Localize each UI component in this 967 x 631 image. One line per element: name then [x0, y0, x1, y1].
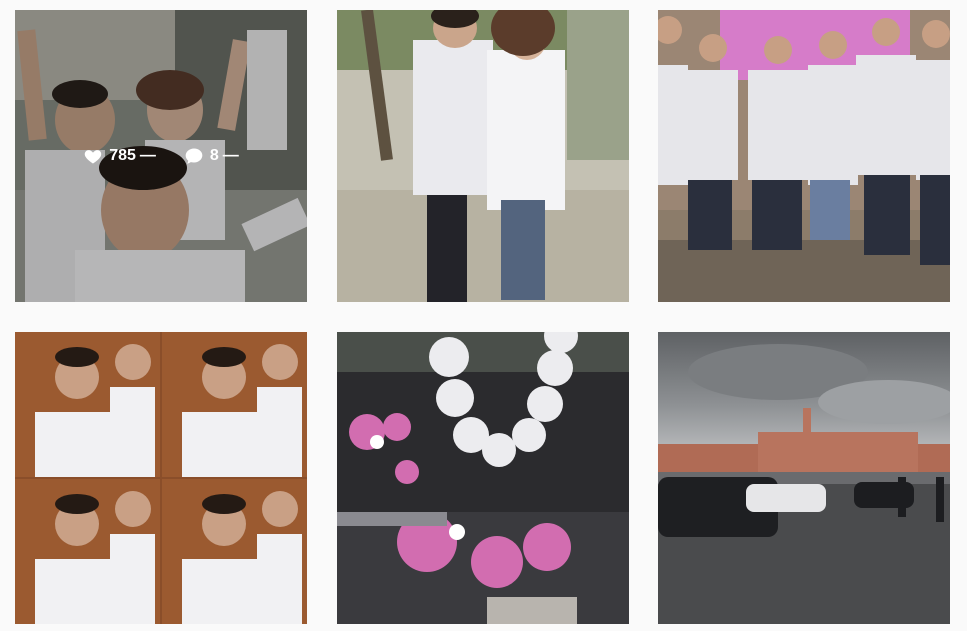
post-tile-collage[interactable] — [15, 332, 307, 624]
comments-stat: 8 — — [184, 146, 239, 166]
comments-suffix: — — [222, 147, 239, 164]
post-grid: 785 — 8 — — [0, 0, 967, 631]
comment-bubble-icon — [185, 148, 203, 164]
post-tile-group-wall[interactable] — [658, 10, 950, 302]
likes-stat: 785 — — [83, 146, 156, 166]
likes-suffix: — — [139, 147, 156, 164]
post-tile-square-sky[interactable] — [658, 332, 950, 624]
comments-count: 8 — [209, 147, 219, 164]
post-photo — [337, 332, 629, 624]
post-photo — [337, 10, 629, 302]
likes-count: 785 — [109, 147, 136, 164]
post-tile-couple-street[interactable] — [337, 10, 629, 302]
post-tile-selfie-group[interactable]: 785 — 8 — — [15, 10, 307, 302]
post-photo — [658, 10, 950, 302]
post-tile-flowers[interactable] — [337, 332, 629, 624]
post-photo — [658, 332, 950, 624]
post-hover-overlay: 785 — 8 — — [15, 10, 307, 302]
heart-icon — [84, 150, 102, 164]
post-photo — [15, 332, 307, 624]
